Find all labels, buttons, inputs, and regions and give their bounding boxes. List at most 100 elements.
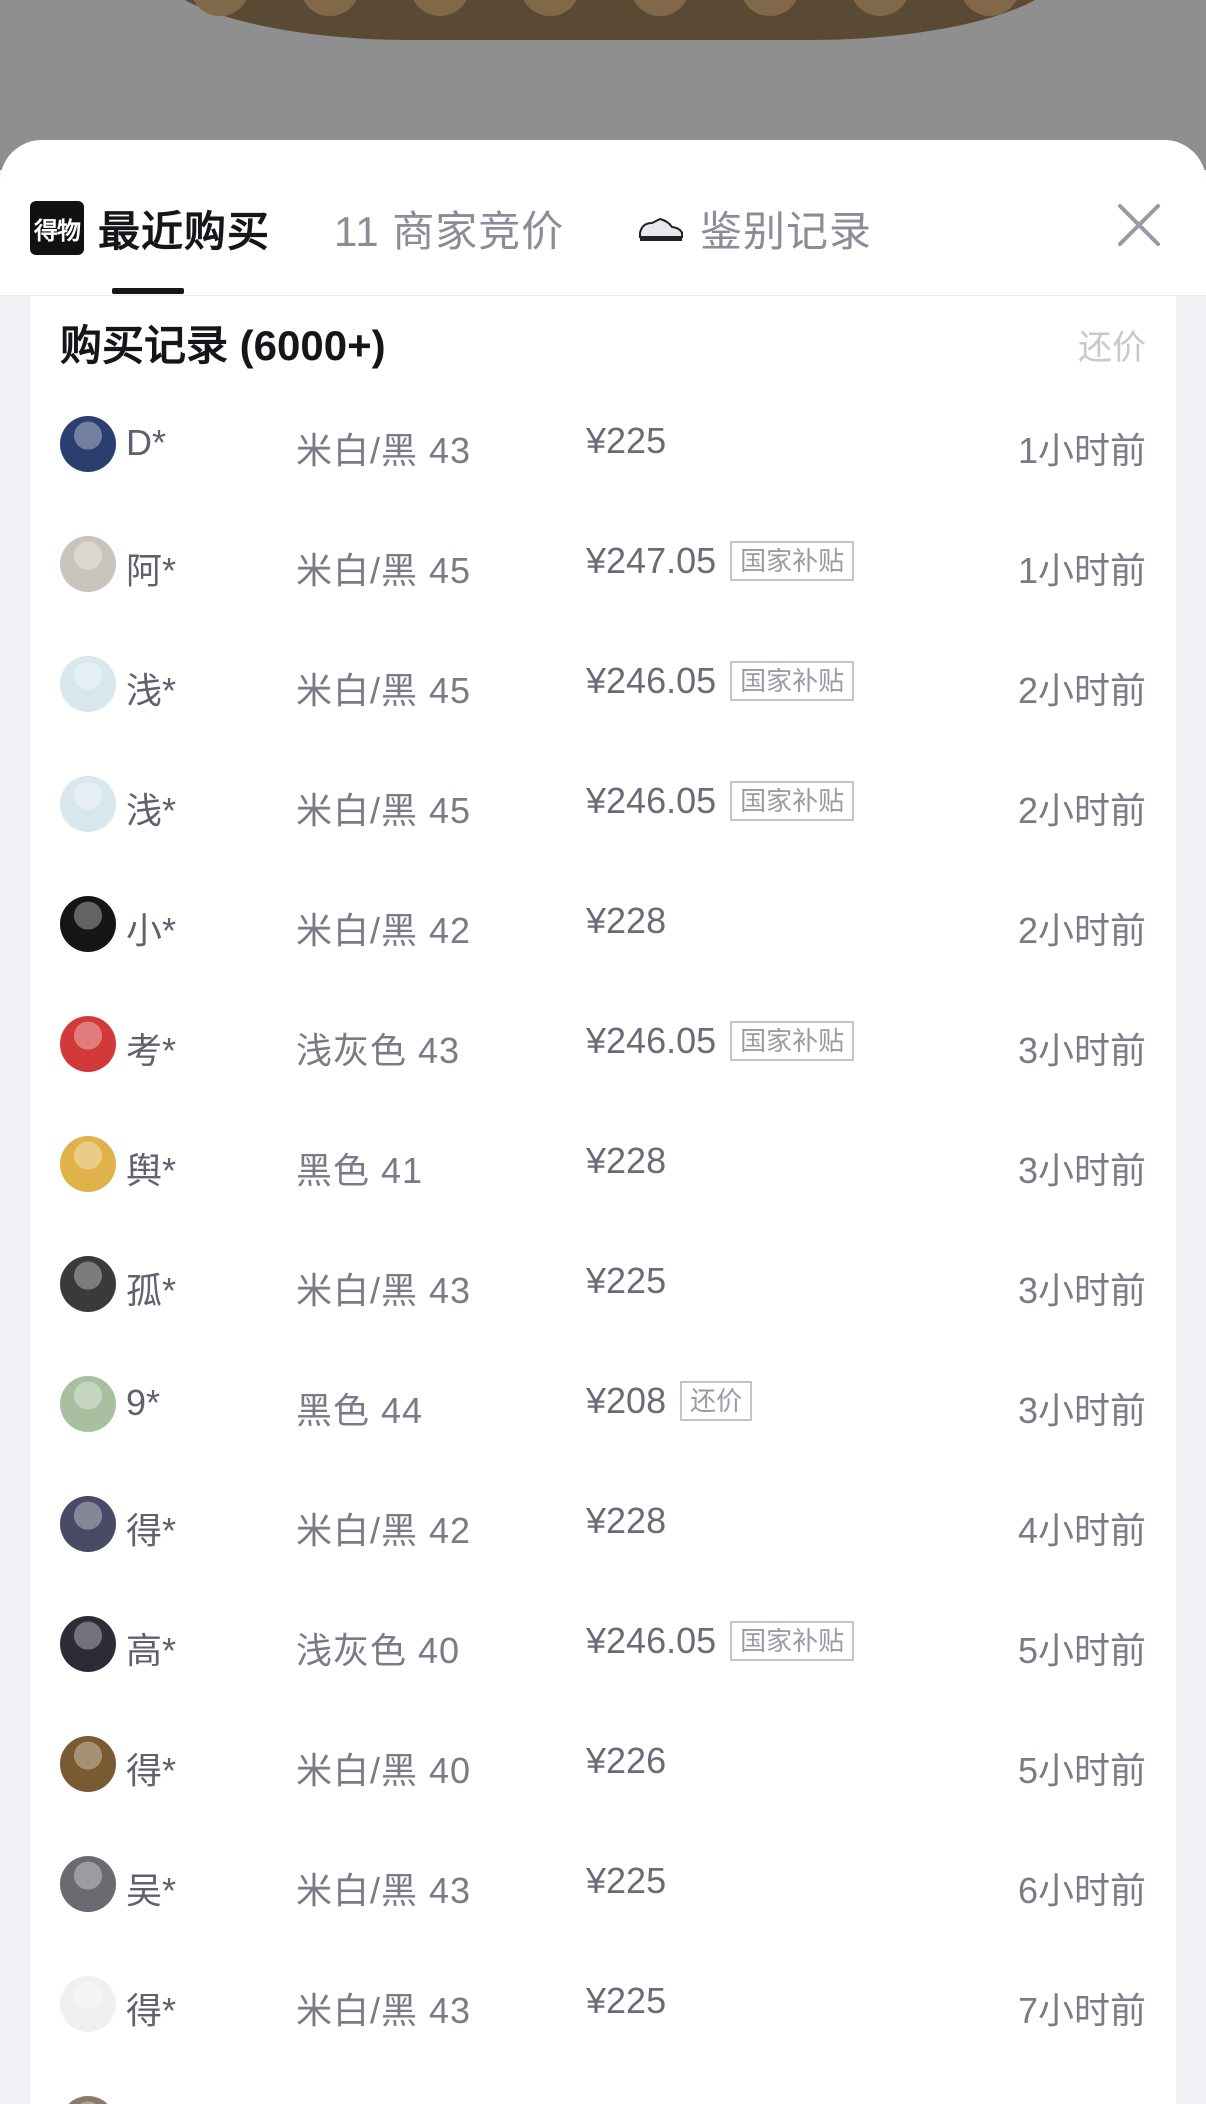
purchase-record-row: 得* 米白/黑 42 ¥228 4小时前 xyxy=(30,1464,1176,1584)
price-cell: ¥225 xyxy=(586,420,666,462)
price: ¥246.05 xyxy=(586,780,717,821)
avatar xyxy=(60,1976,116,2032)
price: ¥225 xyxy=(586,2100,666,2104)
price-cell: ¥228 xyxy=(586,1140,666,1182)
purchase-record-row: 小* 米白/黑 42 ¥228 2小时前 xyxy=(30,864,1176,984)
buyer-name: 得* xyxy=(126,1990,177,2031)
item-spec: 米白/黑 42 xyxy=(296,910,472,951)
buyer-name: 得* xyxy=(126,1750,177,1791)
price-cell: ¥226 xyxy=(586,1740,666,1782)
purchase-time: 1小时前 xyxy=(1017,430,1146,471)
price: ¥225 xyxy=(586,1980,667,2021)
price-badge: 还价 xyxy=(680,1381,753,1421)
purchase-time: 3小时前 xyxy=(1017,1270,1146,1311)
price: ¥246.05 xyxy=(586,1620,717,1661)
item-spec: 米白/黑 45 xyxy=(296,790,472,831)
item-spec: 米白/黑 45 xyxy=(296,670,472,711)
purchase-time: 2小时前 xyxy=(1017,910,1146,951)
avatar xyxy=(60,1256,116,1312)
price-cell: ¥208 还价 xyxy=(586,1380,753,1422)
price-badge: 国家补贴 xyxy=(730,661,855,701)
item-spec: 黑色 41 xyxy=(296,1150,424,1191)
buyer-name: 高* xyxy=(126,1630,177,1671)
tab-authentication-records[interactable]: 鉴别记录 xyxy=(638,198,872,258)
purchase-record-row: 高* 浅灰色 40 ¥246.05 国家补贴 5小时前 xyxy=(30,1584,1176,1704)
buyer-name: 得* xyxy=(126,1510,177,1551)
price-cell: ¥247.05 国家补贴 xyxy=(586,540,855,582)
avatar xyxy=(60,1616,116,1672)
purchase-record-row: 吴* 米白/黑 43 ¥225 6小时前 xyxy=(30,1824,1176,1944)
records-header: 购买记录 (6000+) 还价 xyxy=(30,296,1176,384)
buyer-name: 吴* xyxy=(126,1870,177,1911)
purchase-time: 2小时前 xyxy=(1017,790,1146,831)
avatar xyxy=(60,776,116,832)
records-bottom-sheet: 得物 最近购买 11 商家竞价 鉴别记录 购买记录 (6000+) 还价 D* 米… xyxy=(0,140,1206,2104)
purchase-record-row: 得* 米白/黑 40 ¥226 5小时前 xyxy=(30,1704,1176,1824)
purchase-time: 5小时前 xyxy=(1017,1630,1146,1671)
avatar xyxy=(60,536,116,592)
price: ¥225 xyxy=(586,420,667,461)
price: ¥246.05 xyxy=(586,660,717,701)
item-spec: 浅灰色 40 xyxy=(296,1630,461,1671)
purchase-time: 7小时前 xyxy=(1017,1990,1146,2031)
buyer-name: 浅* xyxy=(126,790,177,831)
purchase-records-card: 购买记录 (6000+) 还价 D* 米白/黑 43 ¥225 1小时前 阿* 米白/黑 … xyxy=(30,296,1176,2104)
tab-merchant-bids[interactable]: 11 商家竞价 xyxy=(334,198,564,258)
price: ¥247.05 xyxy=(586,540,717,581)
avatar xyxy=(60,1376,116,1432)
records-list: D* 米白/黑 43 ¥225 1小时前 阿* 米白/黑 45 ¥247.05 国家补贴 1小时… xyxy=(30,384,1176,2104)
purchase-record-row: 孤* 米白/黑 43 ¥225 3小时前 xyxy=(30,1224,1176,1344)
tab-recent-purchases[interactable]: 得物 最近购买 xyxy=(30,198,270,258)
purchase-record-row: 舆* 黑色 41 ¥228 3小时前 xyxy=(30,1104,1176,1224)
purchase-time: 4小时前 xyxy=(1017,1510,1146,1551)
item-spec: 米白/黑 43 xyxy=(296,430,472,471)
item-spec: 浅灰色 43 xyxy=(296,1030,461,1071)
price-badge: 国家补贴 xyxy=(730,541,855,581)
avatar xyxy=(60,1136,116,1192)
price: ¥226 xyxy=(586,1740,667,1781)
item-spec: 米白/黑 43 xyxy=(296,1870,472,1911)
purchase-time: 2小时前 xyxy=(1017,670,1146,711)
item-spec: 米白/黑 43 xyxy=(296,1270,472,1311)
avatar xyxy=(60,1736,116,1792)
price: ¥228 xyxy=(586,900,667,941)
price: ¥225 xyxy=(586,1260,667,1301)
purchase-record-row: 考* 浅灰色 43 ¥246.05 国家补贴 3小时前 xyxy=(30,984,1176,1104)
price-badge: 国家补贴 xyxy=(730,781,855,821)
close-icon[interactable] xyxy=(1116,202,1162,248)
price-cell: ¥228 xyxy=(586,900,666,942)
item-spec: 米白/黑 43 xyxy=(296,1990,472,2031)
price-cell: ¥225 xyxy=(586,1860,666,1902)
item-spec: 米白/黑 42 xyxy=(296,1510,472,1551)
price-cell: ¥246.05 国家补贴 xyxy=(586,780,855,822)
avatar xyxy=(60,1856,116,1912)
buyer-name: 考* xyxy=(126,1030,177,1071)
purchase-record-row: 9* 黑色 44 ¥208 还价 3小时前 xyxy=(30,1344,1176,1464)
item-spec: 米白/黑 45 xyxy=(296,550,472,591)
price-cell: ¥228 xyxy=(586,1500,666,1542)
price: ¥208 xyxy=(586,1380,667,1421)
price-badge: 国家补贴 xyxy=(730,1621,855,1661)
purchase-record-row: D* 米白/黑 43 ¥225 1小时前 xyxy=(30,384,1176,504)
purchase-record-row: 阿* 米白/黑 45 ¥247.05 国家补贴 1小时前 xyxy=(30,504,1176,624)
purchase-record-row: 得* 米白/黑 43 ¥225 7小时前 xyxy=(30,1944,1176,2064)
buyer-name: 小* xyxy=(126,910,177,951)
avatar xyxy=(60,1016,116,1072)
buyer-name: 舆* xyxy=(126,1150,177,1191)
price-cell: ¥225 xyxy=(586,1980,666,2022)
buyer-name: 浅* xyxy=(126,670,177,711)
buyer-name: D* xyxy=(126,422,167,463)
purchase-time: 3小时前 xyxy=(1017,1030,1146,1071)
price: ¥228 xyxy=(586,1500,667,1541)
app-logo-icon: 得物 xyxy=(30,201,84,255)
purchase-record-row: 浅* 米白/黑 45 ¥246.05 国家补贴 2小时前 xyxy=(30,624,1176,744)
counter-offer-link[interactable]: 还价 xyxy=(1078,320,1146,369)
avatar xyxy=(60,656,116,712)
item-spec: 米白/黑 40 xyxy=(296,1750,472,1791)
tab-bar: 得物 最近购买 11 商家竞价 鉴别记录 xyxy=(0,140,1206,296)
price-cell: ¥246.05 国家补贴 xyxy=(586,1620,855,1662)
buyer-name: 9* xyxy=(126,1382,161,1423)
purchase-time: 1小时前 xyxy=(1017,550,1146,591)
purchase-record-row: 浅* 米白/黑 45 ¥246.05 国家补贴 2小时前 xyxy=(30,744,1176,864)
avatar xyxy=(60,1496,116,1552)
